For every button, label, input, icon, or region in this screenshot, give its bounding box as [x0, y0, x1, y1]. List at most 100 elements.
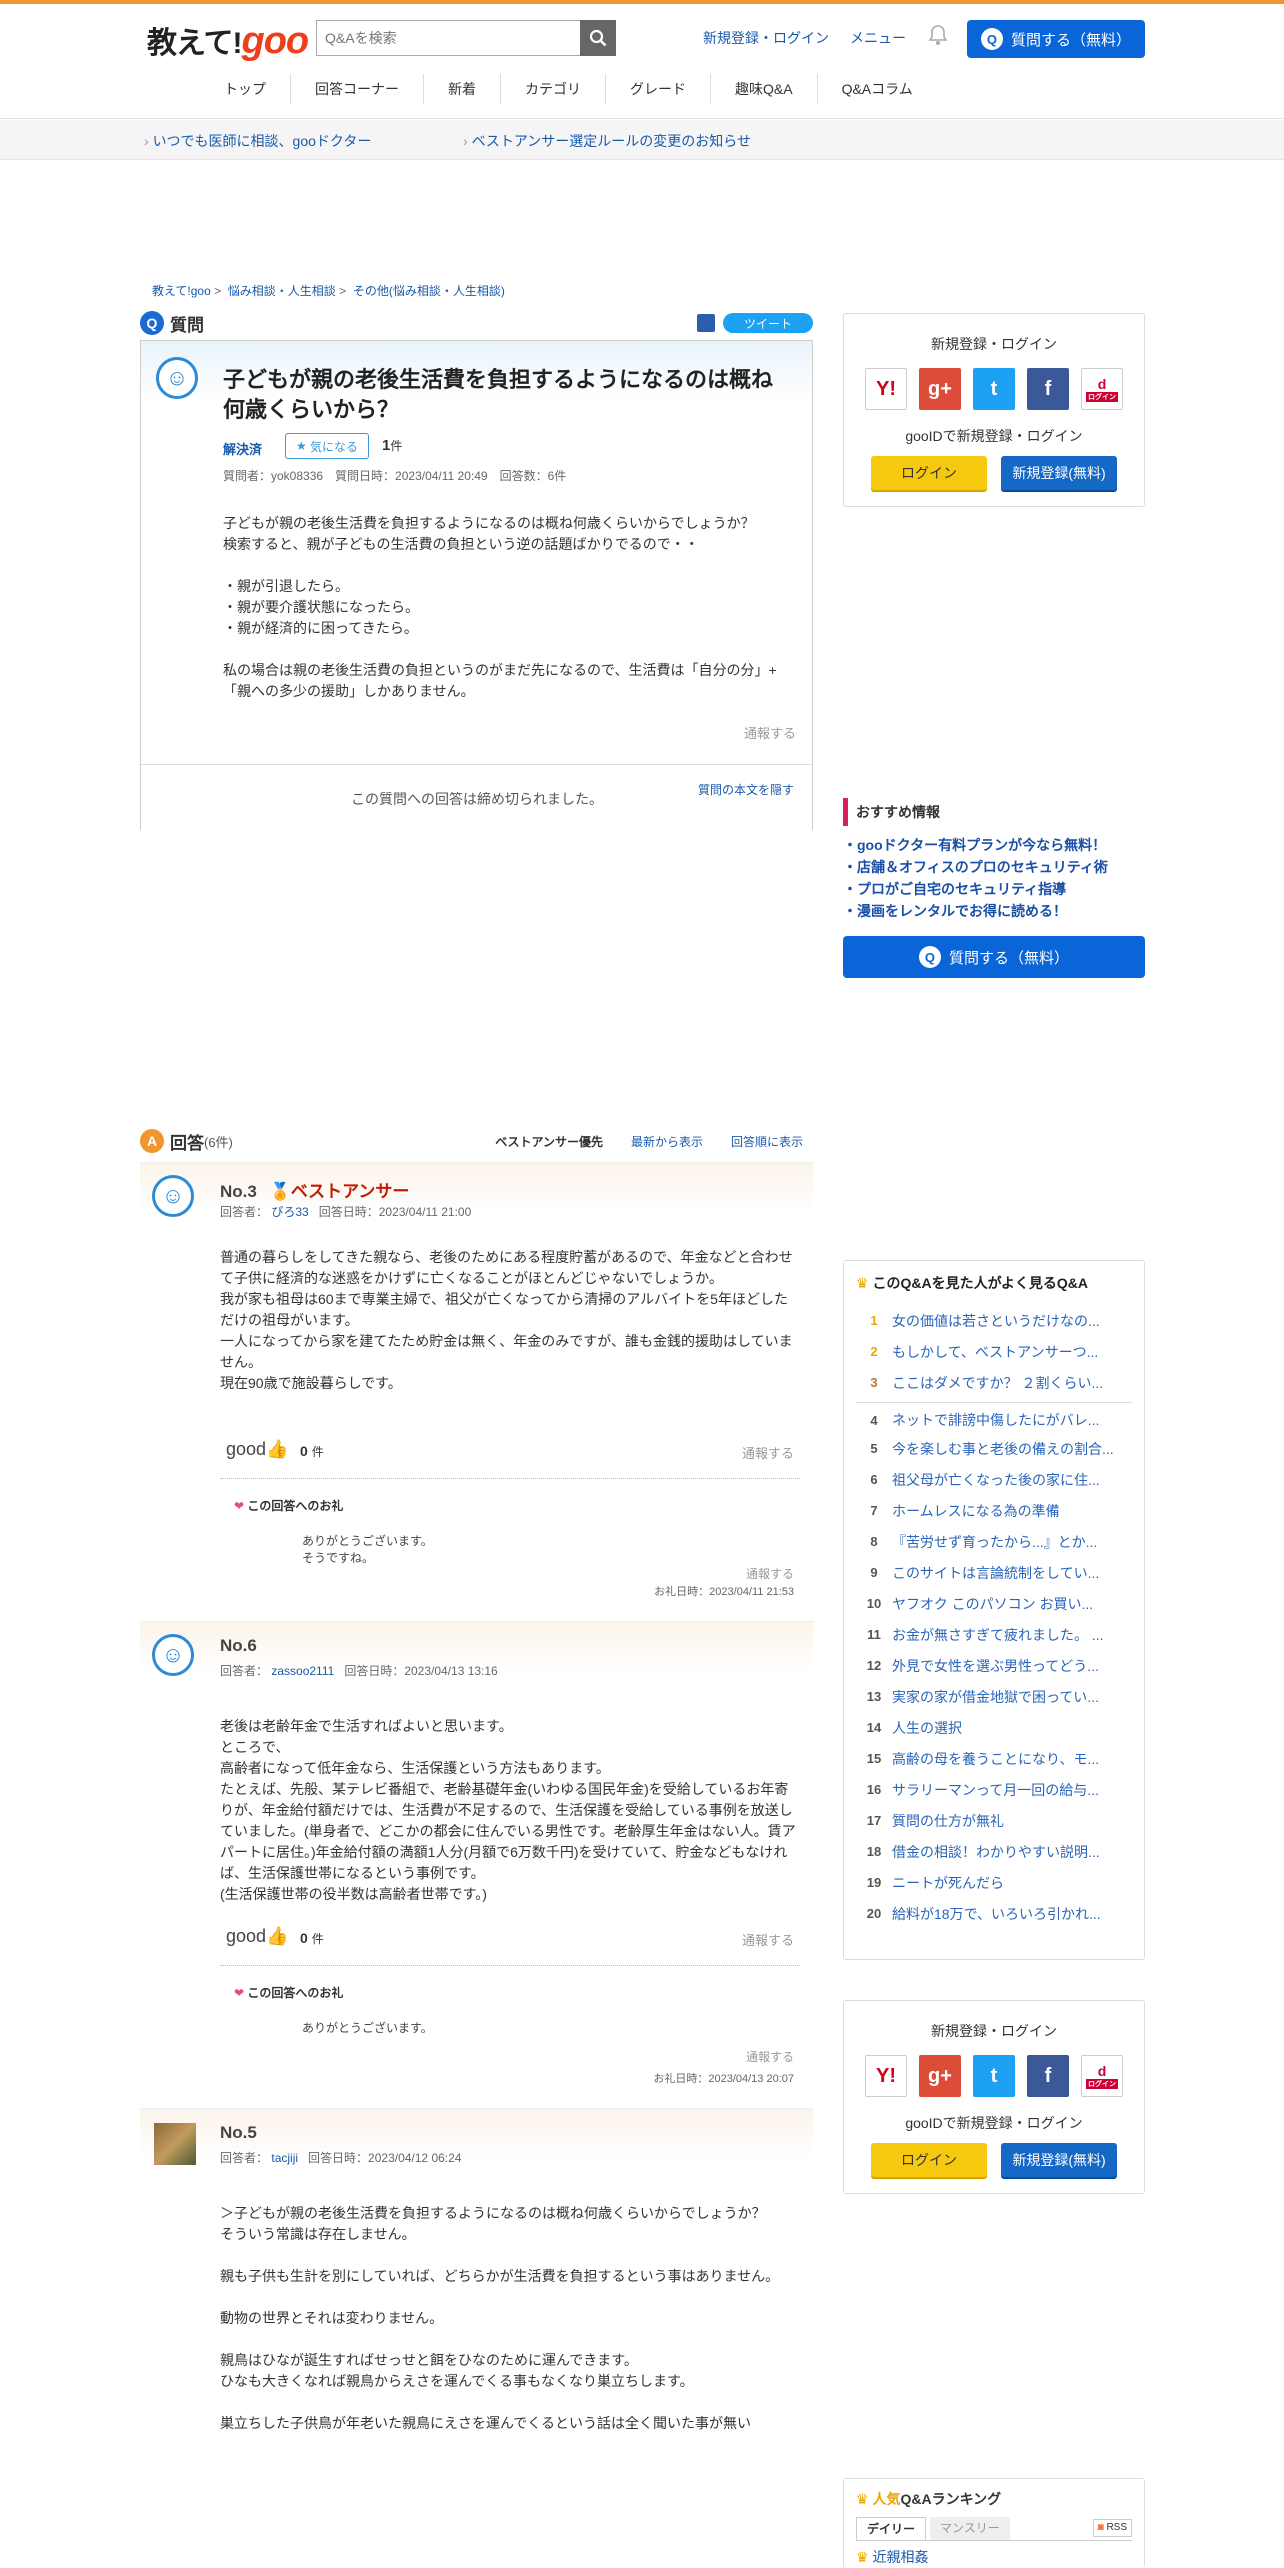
nav-grade[interactable]: グレード: [605, 74, 710, 104]
report-thanks-link[interactable]: 通報する: [746, 2048, 794, 2065]
also-viewed-link[interactable]: ホームレスになる為の準備: [892, 1501, 1132, 1521]
yahoo-icon[interactable]: Y!: [865, 368, 907, 410]
also-viewed-link[interactable]: 高齢の母を養うことになり、モ...: [892, 1749, 1132, 1769]
answerer-avatar[interactable]: [154, 2123, 196, 2165]
twitter-icon[interactable]: t: [973, 368, 1015, 410]
hide-body-link[interactable]: 質問の本文を隠す: [698, 781, 794, 798]
rank-number: 13: [866, 1689, 882, 1704]
recommend-link[interactable]: ・漫画をレンタルでお得に読める！: [843, 900, 1145, 922]
sidebar-register-button[interactable]: 新規登録(無料): [1001, 456, 1117, 490]
also-viewed-link[interactable]: 実家の家が借金地獄で困ってい...: [892, 1687, 1132, 1707]
also-viewed-link[interactable]: ニートが死んだら: [892, 1873, 1132, 1893]
also-viewed-link[interactable]: ヤフオク このパソコン お買い...: [892, 1594, 1132, 1614]
favorite-button[interactable]: ★ 気になる: [285, 433, 369, 459]
menu-link[interactable]: メニュー: [850, 28, 906, 48]
nav-top[interactable]: トップ: [200, 74, 290, 104]
question-meta: 質問者：yok08336 質問日時：2023/04/11 20:49 回答数：6…: [223, 469, 567, 483]
sort-newest[interactable]: 最新から表示: [631, 1133, 703, 1150]
report-thanks-link[interactable]: 通報する: [746, 1565, 794, 1582]
tweet-button[interactable]: ツイート: [723, 313, 813, 333]
search-icon: [589, 29, 607, 47]
good-button[interactable]: good👍: [226, 1439, 288, 1460]
site-logo[interactable]: 教えて!goo: [147, 18, 309, 63]
search-input[interactable]: [317, 21, 577, 55]
report-question-link[interactable]: 通報する: [744, 723, 796, 742]
answerer-avatar[interactable]: ☺: [152, 1175, 194, 1217]
recommend-link[interactable]: ・店舗＆オフィスのプロのセキュリティ術: [843, 856, 1145, 878]
also-viewed-link[interactable]: 質問の仕方が無礼: [892, 1811, 1132, 1831]
docomo-icon[interactable]: d ログイン: [1081, 368, 1123, 410]
nav-answer-corner[interactable]: 回答コーナー: [290, 74, 423, 104]
google-plus-icon[interactable]: g+: [919, 2055, 961, 2097]
rank-number: 11: [867, 1627, 881, 1642]
twitter-icon[interactable]: t: [973, 2055, 1015, 2097]
answer-meta: 回答者： tacjiji 回答日時：2023/04/12 06:24: [220, 2151, 462, 2165]
hatena-bookmark-icon[interactable]: [697, 314, 715, 332]
notice-doctor-link[interactable]: › いつでも医師に相談、gooドクター: [144, 131, 371, 151]
also-viewed-link[interactable]: 借金の相談！わかりやすい説明...: [892, 1842, 1132, 1862]
docomo-icon[interactable]: d ログイン: [1081, 2055, 1123, 2097]
breadcrumb-subcategory[interactable]: その他(悩み相談・人生相談): [353, 284, 505, 298]
also-viewed-link[interactable]: サラリーマンって月一回の給与...: [892, 1780, 1132, 1800]
nav-qa-column[interactable]: Q&Aコラム: [816, 74, 937, 104]
also-viewed-link[interactable]: もしかして、ベストアンサーつ...: [892, 1342, 1132, 1362]
good-button[interactable]: good👍: [226, 1926, 288, 1947]
also-viewed-link[interactable]: 祖父母が亡くなった後の家に住...: [892, 1470, 1132, 1490]
also-viewed-link[interactable]: お金が無さすぎて疲れました。 ...: [892, 1625, 1132, 1645]
heart-icon: ❤: [234, 1499, 248, 1513]
ask-question-button[interactable]: Q 質問する（無料）: [967, 20, 1145, 58]
thanks-body: ありがとうございます。: [302, 2021, 433, 2035]
login-link[interactable]: 新規登録・ログイン: [703, 28, 829, 48]
breadcrumb-home[interactable]: 教えて!goo: [152, 284, 211, 298]
also-viewed-link[interactable]: ここはダメですか？ ２割くらい...: [892, 1373, 1132, 1393]
rss-button[interactable]: ◙ RSS: [1092, 2519, 1132, 2537]
also-viewed-link[interactable]: 人生の選択: [892, 1718, 1132, 1738]
facebook-icon[interactable]: f: [1027, 2055, 1069, 2097]
google-plus-icon[interactable]: g+: [919, 368, 961, 410]
tab-monthly[interactable]: マンスリー: [930, 2517, 1010, 2540]
crown-icon: ♛: [856, 1275, 873, 1291]
sort-order[interactable]: 回答順に表示: [731, 1133, 803, 1150]
also-viewed-link[interactable]: 女の価値は若さというだけなの...: [892, 1311, 1132, 1331]
sort-best[interactable]: ベストアンサー優先: [495, 1133, 603, 1150]
bell-icon[interactable]: [928, 24, 950, 48]
answerer-avatar[interactable]: ☺: [152, 1634, 194, 1676]
gooid-text: gooIDで新規登録・ログイン: [905, 2115, 1083, 2131]
recommend-link[interactable]: ・プロがご自宅のセキュリティ指導: [843, 878, 1145, 900]
sidebar-login-button[interactable]: ログイン: [871, 456, 987, 490]
nav-new[interactable]: 新着: [423, 74, 500, 104]
notice-bestanswer-link[interactable]: › ベストアンサー選定ルールの変更のお知らせ: [463, 131, 751, 151]
sidebar-register-button[interactable]: 新規登録(無料): [1001, 2143, 1117, 2177]
questioner-avatar[interactable]: ☺: [156, 357, 198, 399]
recommend-link[interactable]: ・gooドクター有料プランが今なら無料！: [843, 834, 1145, 856]
social-login: Y! g+ t f d ログイン: [844, 2055, 1144, 2097]
report-answer-link[interactable]: 通報する: [742, 1930, 794, 1949]
also-viewed-item: 6 祖父母が亡くなった後の家に住...: [856, 1464, 1132, 1495]
tab-daily[interactable]: デイリー: [856, 2517, 927, 2540]
also-viewed-link[interactable]: 外見で女性を選ぶ男性ってどう...: [892, 1656, 1132, 1676]
yahoo-icon[interactable]: Y!: [865, 2055, 907, 2097]
also-viewed-link[interactable]: このサイトは言論統制をしてい...: [892, 1563, 1132, 1583]
breadcrumb-category[interactable]: 悩み相談・人生相談: [228, 284, 336, 298]
sidebar-login-button[interactable]: ログイン: [871, 2143, 987, 2177]
also-viewed-link[interactable]: 給料が18万で、いろいろ引かれ...: [892, 1904, 1132, 1924]
popular-link[interactable]: 近親相姦: [872, 2549, 928, 2565]
nav-hobby-qa[interactable]: 趣味Q&A: [710, 74, 817, 104]
sidebar-ask-button[interactable]: Q 質問する（無料）: [843, 936, 1145, 978]
thumbs-up-icon: 👍: [266, 1439, 289, 1459]
report-answer-link[interactable]: 通報する: [742, 1443, 794, 1462]
answerer-name[interactable]: zassoo2111: [271, 1664, 334, 1678]
facebook-icon[interactable]: f: [1027, 368, 1069, 410]
also-viewed-link[interactable]: ネットで誹謗中傷したにがバレ...: [892, 1410, 1132, 1430]
rank-number: 10: [866, 1596, 882, 1611]
also-viewed-link[interactable]: 今を楽しむ事と老後の備えの割合...: [892, 1439, 1132, 1459]
sidebar-login-title: 新規登録・ログイン: [931, 2023, 1057, 2039]
also-viewed-title: ♛ このQ&Aを見た人がよく見るQ&A: [856, 1275, 1088, 1291]
question-box: ☺ 子どもが親の老後生活費を負担するようになるのは概ね何歳くらいから？ 解決済 …: [140, 340, 813, 830]
nav-category[interactable]: カテゴリ: [500, 74, 605, 104]
answerer-name[interactable]: tacjiji: [271, 2151, 298, 2165]
search-button[interactable]: [580, 20, 616, 56]
answerer-name[interactable]: ぴろ33: [271, 1205, 308, 1219]
also-viewed-link[interactable]: 『苦労せず育ったから...』とか...: [892, 1532, 1132, 1552]
thanks-date: お礼日時：2023/04/13 20:07: [653, 2073, 794, 2085]
